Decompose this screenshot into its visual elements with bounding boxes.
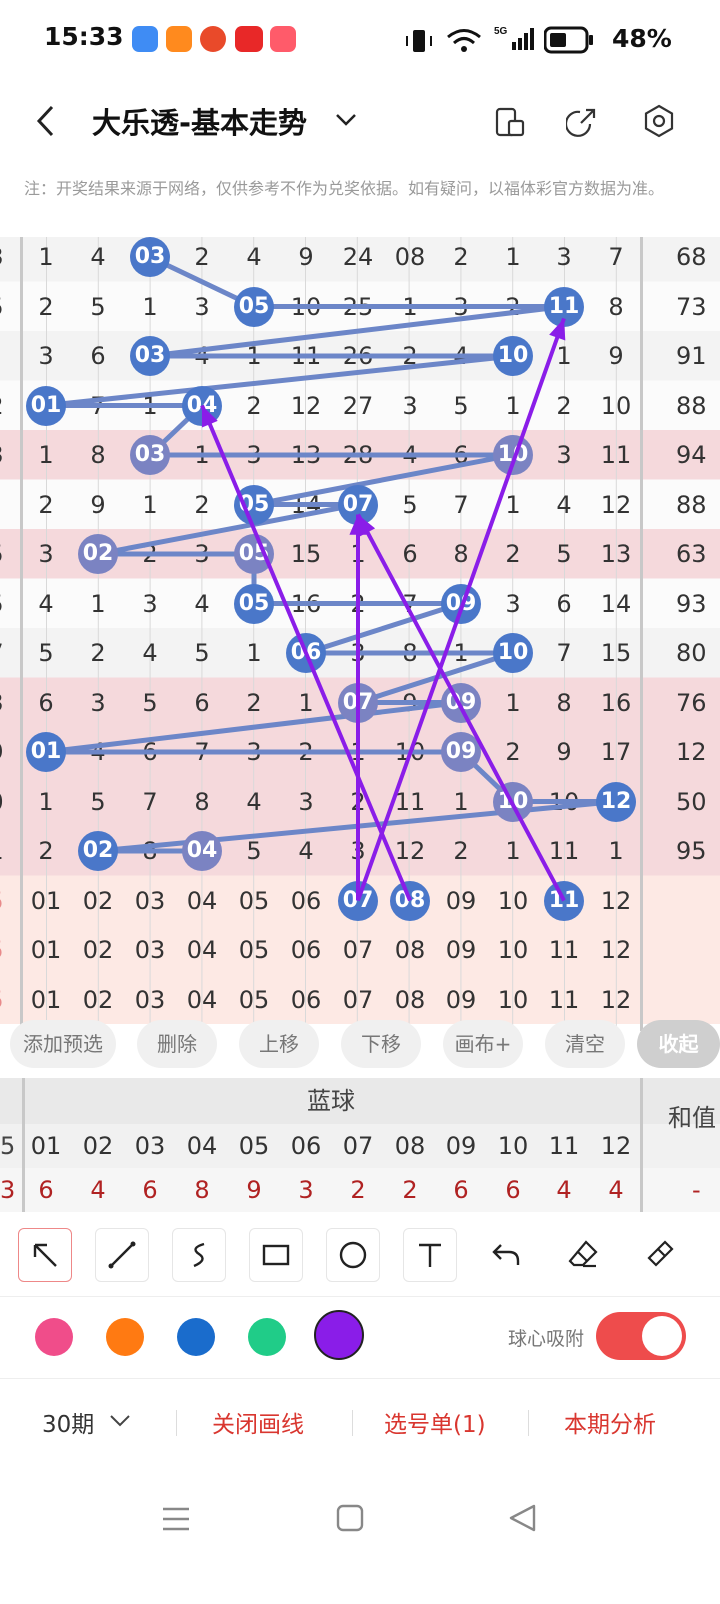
rect-tool[interactable] [249,1228,303,1282]
blue-ball-header: 04 [186,1132,218,1160]
blue-ball-header: 06 [290,1132,322,1160]
trend-grid: 3681424924082137573251310251328913641112… [0,237,720,1031]
color-purple-selected[interactable] [314,1310,364,1360]
status-time: 15:33 [44,22,124,51]
layout-icon[interactable] [494,106,526,138]
curve-tool[interactable] [172,1228,226,1282]
summary-right-count: - [692,1176,701,1204]
close-drawing-button[interactable]: 关闭画线 [212,1405,304,1439]
drawn-arrow [356,513,566,902]
collapse-button[interactable]: 收起 [637,1020,720,1068]
blue-ball-count: 4 [556,1176,572,1204]
color-green[interactable] [248,1318,286,1356]
blue-ball-header: 05 [238,1132,270,1160]
clear-button[interactable]: 清空 [545,1020,625,1068]
move-up-button[interactable]: 上移 [239,1020,319,1068]
pick-list-button[interactable]: 选号单(1) [384,1405,486,1439]
curve-icon [193,1242,205,1268]
blue-ball-count: 6 [453,1176,469,1204]
blue-ball-header: 09 [445,1132,477,1160]
circle-icon [339,1241,367,1269]
arrow-icon [33,1243,57,1267]
game-app-icon [200,26,226,52]
blue-ball-header: 08 [394,1132,426,1160]
back-nav-icon[interactable] [506,1502,538,1534]
blue-ball-header: 02 [82,1132,114,1160]
blue-ball-count: 6 [38,1176,54,1204]
blue-ball-header: 10 [497,1132,529,1160]
undo-tool[interactable] [480,1228,532,1280]
delete-button[interactable]: 删除 [137,1020,217,1068]
drawn-arrow [200,404,412,902]
blue-ball-count: 6 [142,1176,158,1204]
blue-ball-count: 2 [402,1176,418,1204]
rectangle-icon [262,1244,290,1266]
blue-ball-count: 4 [90,1176,106,1204]
blue-ball-header: 03 [134,1132,166,1160]
vibrate-icon [406,30,432,52]
blue-ball-header: 11 [548,1132,580,1160]
line-tool[interactable] [95,1228,149,1282]
text-tool[interactable] [403,1228,457,1282]
move-down-button[interactable]: 下移 [341,1020,421,1068]
color-pink[interactable] [35,1318,73,1356]
blue-ball-count: 9 [246,1176,262,1204]
menu-nav-icon[interactable] [160,1504,192,1534]
app-notification-icon [132,26,158,52]
snap-toggle[interactable] [596,1312,686,1360]
battery-icon [544,26,593,54]
toggle-knob [642,1316,682,1356]
wifi-icon [447,29,481,52]
disclaimer-note: 注：开奖结果来源于网络，仅供参考不作为兑奖依据。如有疑问，以福体彩官方数据为准。 [24,179,665,198]
blue-ball-count: 2 [350,1176,366,1204]
chevron-down-icon[interactable] [334,110,358,130]
photo-app-icon [270,26,296,52]
status-bar: 15:33 5G 48% [0,0,720,80]
page-title[interactable]: 大乐透-基本走势 [92,100,307,142]
drawn-arrow [356,317,566,902]
snap-label: 球心吸附 [508,1328,585,1350]
eraser-tool[interactable] [557,1228,609,1280]
eraser-icon [568,1240,598,1268]
arrow-head [549,318,566,341]
brush-icon [647,1240,674,1267]
blue-ball-header: 01 [30,1132,62,1160]
news-app-icon [235,26,263,52]
color-blue[interactable] [177,1318,215,1356]
period-analysis-button[interactable]: 本期分析 [564,1405,656,1439]
video-app-icon [166,26,192,52]
circle-tool[interactable] [326,1228,380,1282]
signal-icon: 5G [494,26,534,50]
undo-icon [492,1244,520,1265]
period-chevron-icon[interactable] [108,1412,132,1430]
share-icon[interactable] [566,106,598,138]
color-orange[interactable] [106,1318,144,1356]
brush-clear-tool[interactable] [634,1228,686,1280]
arrow-tool[interactable] [18,1228,72,1282]
blue-ball-count: 3 [298,1176,314,1204]
period-selector[interactable]: 30期 [42,1405,94,1439]
blue-ball-summary: 蓝球 和值 5 3 01 02 03 04 05 06 07 08 09 10 11 12 64689… [0,1078,720,1212]
drawn-arrows [200,317,566,902]
battery-percent: 48% [612,24,672,53]
svg-text:5G: 5G [494,26,508,37]
blue-ball-header: 12 [600,1132,632,1160]
settings-icon[interactable] [642,104,676,138]
blue-ball-title: 蓝球 [307,1087,355,1115]
back-icon[interactable] [34,104,58,138]
home-nav-icon[interactable] [334,1502,366,1534]
text-icon [419,1243,441,1267]
line-icon [108,1241,136,1269]
blue-ball-count: 6 [505,1176,521,1204]
canvas-plus-button[interactable]: 画布+ [443,1020,523,1068]
add-preselect-button[interactable]: 添加预选 [10,1020,116,1068]
blue-ball-count: 8 [194,1176,210,1204]
blue-ball-count: 4 [608,1176,624,1204]
blue-ball-header: 07 [342,1132,374,1160]
